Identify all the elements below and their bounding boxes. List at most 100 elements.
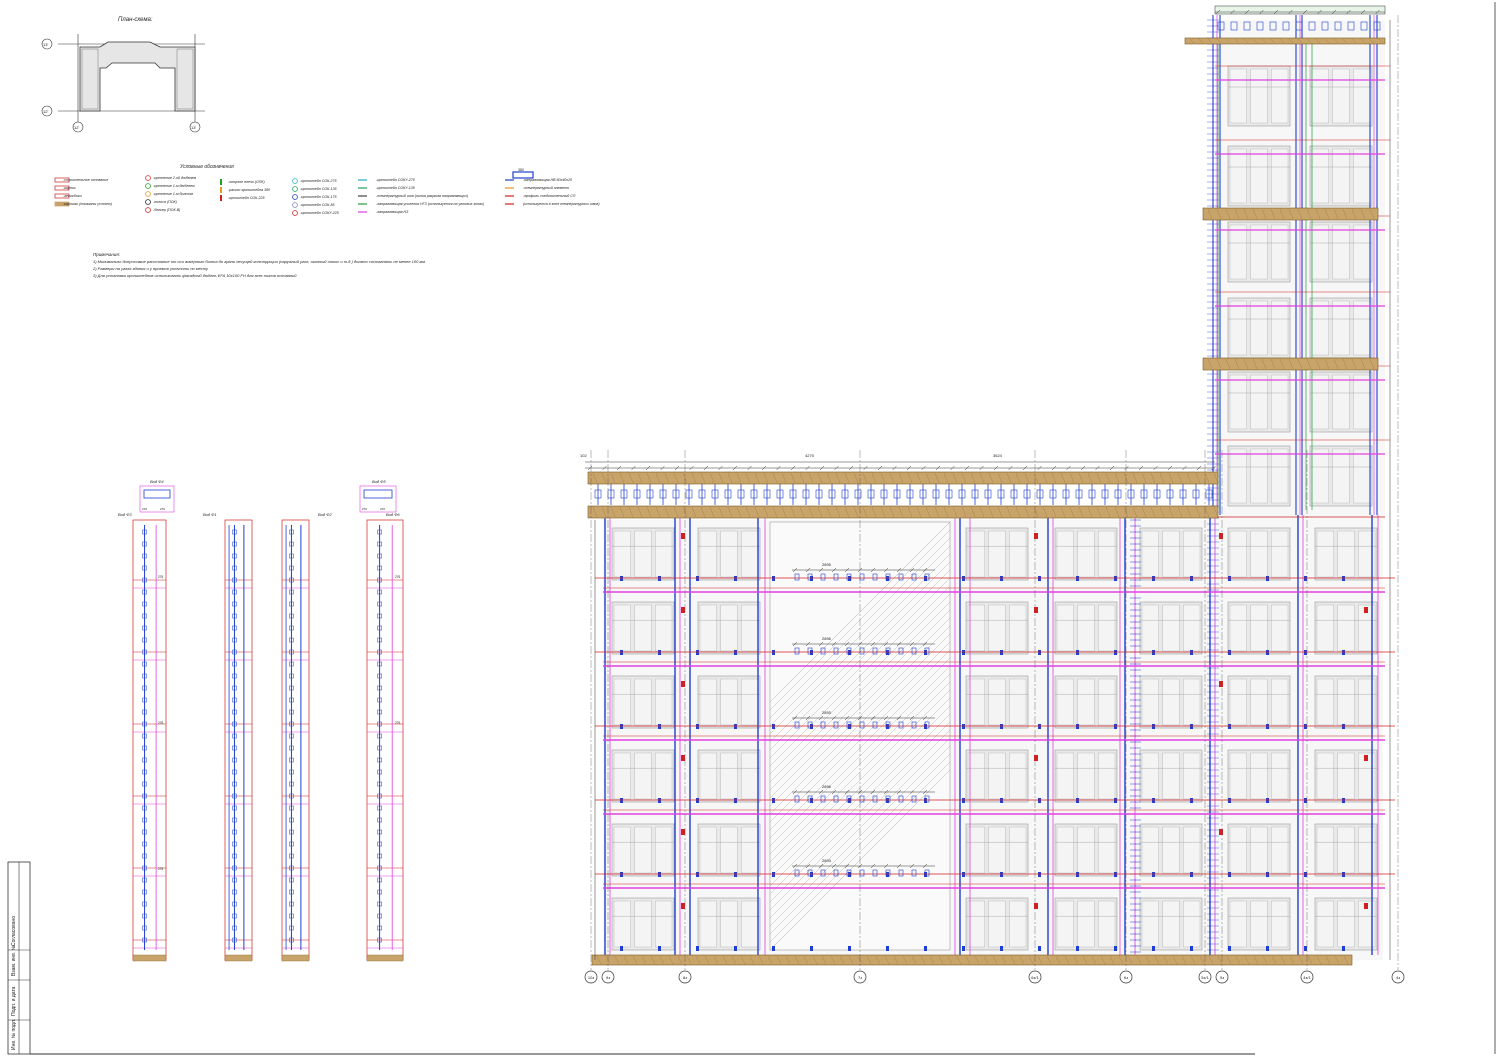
cornice [1184,37,1386,45]
bracket-marker [1266,872,1269,877]
axis-label: 7з [858,975,862,980]
view-dim-label: 276 [158,721,164,725]
view-title: Вид Ф4 [150,479,164,484]
window-pane [655,604,673,652]
scheme-row-label: 13' [43,42,48,47]
window-pane [1311,224,1329,280]
window-pane [1183,900,1201,948]
window-pane [1141,530,1159,578]
window-pane [1098,826,1116,874]
window-pane [1056,530,1074,578]
view-cornice [224,954,253,962]
window-pane [988,530,1006,578]
window-pane [1337,752,1355,800]
window-pane [699,900,717,948]
window-pane [741,530,759,578]
window-pane [1056,826,1074,874]
bracket-marker [1364,903,1368,909]
window-pane [1311,148,1329,204]
legend-label: -крепление 2-ой дюбелем [153,176,197,180]
window-pane [967,826,985,874]
bracket-marker [1152,576,1155,581]
window-pane [1332,68,1350,124]
window-pane [613,530,631,578]
bracket-marker [886,946,889,951]
window-pane [1316,752,1334,800]
bracket-marker [1114,650,1117,655]
view-cornice [132,954,167,962]
cornice [1202,357,1379,371]
window-pane [1353,374,1371,430]
window-pane [1229,300,1247,356]
bracket-marker [620,946,623,951]
legend-label: -кронштейн СОК-225 [228,196,264,200]
window-pane [720,826,738,874]
axis-label: 8з [683,975,687,980]
window-pane [1229,148,1247,204]
window-pane [1229,900,1247,948]
bracket-marker [1000,650,1003,655]
axis-label: 4з/1 [1303,975,1311,980]
bracket-marker [1304,724,1307,729]
bracket-marker [1266,724,1269,729]
window-pane [1162,900,1180,948]
bracket-marker [620,724,623,729]
bracket-marker [1364,755,1368,761]
legend-label: -карнизы (показаны условно) [63,202,112,206]
window-pane [1271,826,1289,874]
window-pane [1316,826,1334,874]
view-dim-label: 270 [380,507,385,511]
window-pane [613,678,631,726]
bracket-marker [1114,576,1117,581]
window-pane [1056,752,1074,800]
window-pane [655,826,673,874]
bracket-marker [696,576,699,581]
window-pane [1183,604,1201,652]
view-cornice [281,954,310,962]
window-pane [720,604,738,652]
legend-label: -кронштейн СОК-85 [300,203,334,207]
bracket-marker [1228,946,1231,951]
left-dim-label: 102 [580,453,587,458]
window-pane [1250,148,1268,204]
legend-swatch [292,186,298,192]
bracket-marker [772,576,775,581]
bracket-marker [681,903,685,909]
view-dim-label: 276 [158,575,164,579]
bracket-marker [1038,650,1041,655]
bracket-marker [1266,946,1269,951]
top-dim-label: 4275 [805,453,815,458]
bracket-marker [734,576,737,581]
bracket-marker [1190,724,1193,729]
window-pane [1162,678,1180,726]
mid-dim-label: 2896 [822,784,832,789]
stamp-label-replace: Взам. инв. № [11,945,17,976]
window-pane [720,678,738,726]
cornice [1202,207,1379,221]
window-pane [1229,374,1247,430]
cornice [587,471,1219,485]
plan-scheme: План-схема: 13' 12' 12' 13' [41,17,205,133]
legend-label: -направляющая усиления НГЗ (используется… [376,202,484,206]
bracket-marker [1038,576,1041,581]
bracket-marker [696,872,699,877]
legend-label: -крепление 1-м дюбелем [153,184,195,188]
bracket-marker [1076,798,1079,803]
window-pane [1056,900,1074,948]
axis-label: 5з/1 [1201,975,1209,980]
facade-elevation: 10з 9з 8з 7з 6з/1 6з 5з/1 5з 4з/1 4з 4275 3624 10… [580,5,1405,984]
bracket-marker [1000,946,1003,951]
window-pane [1332,224,1350,280]
bracket-marker [658,946,661,951]
window-pane [1162,530,1180,578]
window-pane [1056,604,1074,652]
bracket-marker [1000,576,1003,581]
window-pane [741,826,759,874]
window-pane [988,826,1006,874]
window-pane [613,752,631,800]
window-pane [613,826,631,874]
bracket-marker [1342,724,1345,729]
window-pane [1271,900,1289,948]
bracket-marker [696,798,699,803]
window-pane [1353,68,1371,124]
